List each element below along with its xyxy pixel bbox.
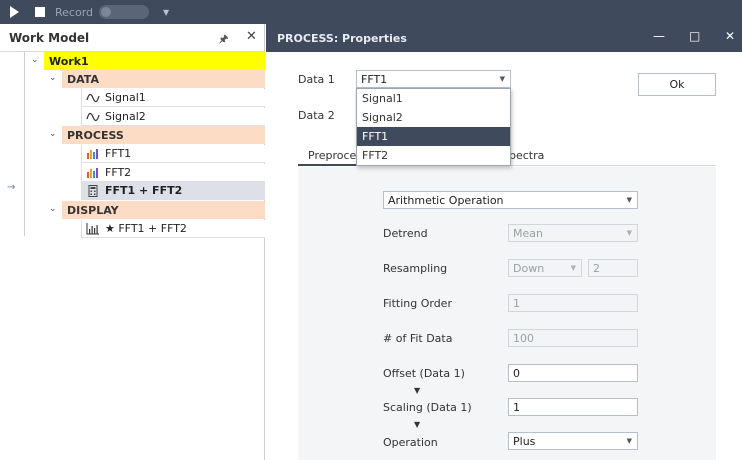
operation-value: Plus (513, 434, 536, 448)
data1-select-value: FFT1 (361, 72, 388, 86)
scaling-value: 1 (513, 400, 520, 414)
tree-item-signal2[interactable]: Signal2 (81, 108, 265, 126)
bar-chart-icon (87, 167, 98, 178)
tree-item-label: ★ FFT1 + FFT2 (105, 222, 187, 235)
tree-item-label: FFT2 (105, 166, 132, 179)
fit-data-input[interactable]: 100 (508, 329, 638, 347)
tree-root-work1[interactable]: Work1 (44, 52, 265, 70)
tree-item-label: Signal1 (105, 91, 146, 104)
work-model-title: Work Model (9, 30, 90, 45)
chevron-down-icon[interactable]: ▼ (163, 8, 169, 17)
dropdown-option-signal2[interactable]: Signal2 (357, 108, 510, 127)
dropdown-option-fft1[interactable]: FFT1 (357, 127, 510, 146)
operation-type-select[interactable]: Arithmetic Operation ▼ (383, 191, 638, 209)
tree-item-fft1-plus-fft2[interactable]: FFT1 + FFT2 (81, 182, 265, 200)
tree-category-data[interactable]: DATA (62, 70, 265, 88)
flow-arrow-icon: ▼ (414, 420, 421, 429)
flow-arrow-icon: ▼ (414, 386, 421, 395)
detrend-label: Detrend (383, 227, 428, 240)
chevron-down-icon: ▼ (499, 75, 505, 83)
detrend-select[interactable]: Mean ▼ (508, 224, 638, 242)
bar-plot-icon (86, 222, 99, 234)
tree-item-display-fft1-plus-fft2[interactable]: ★ FFT1 + FFT2 (81, 220, 265, 238)
chevron-down-icon[interactable]: ⌄ (49, 129, 57, 139)
tree-category-label: PROCESS (67, 128, 124, 142)
tree-item-fft2[interactable]: FFT2 (81, 164, 265, 182)
fit-data-value: 100 (513, 331, 534, 345)
preprocess-content (298, 167, 716, 460)
properties-header: PROCESS: Properties (266, 24, 742, 52)
tree-item-label: FFT1 (105, 147, 132, 160)
chevron-down-icon: ▼ (570, 264, 576, 272)
record-toggle[interactable] (99, 5, 150, 19)
tab-preprocess[interactable]: Preproces (308, 149, 362, 162)
resampling-label: Resampling (383, 262, 448, 275)
tree-root-label: Work1 (49, 54, 89, 68)
operation-label: Operation (383, 436, 438, 449)
resampling-mode-value: Down (513, 261, 545, 275)
tree-category-label: DATA (67, 72, 99, 86)
data1-label: Data 1 (298, 73, 335, 86)
close-icon[interactable]: ✕ (246, 29, 257, 44)
chevron-down-icon[interactable]: ⌄ (49, 204, 57, 214)
close-icon[interactable]: ✕ (725, 29, 735, 43)
offset-input[interactable]: 0 (508, 364, 638, 382)
tree-item-fft1[interactable]: FFT1 (81, 145, 265, 163)
scaling-input[interactable]: 1 (508, 398, 638, 416)
fitting-order-value: 1 (513, 296, 520, 310)
tree-item-label: FFT1 + FFT2 (105, 184, 183, 197)
calculator-icon (88, 184, 98, 197)
dropdown-option-fft2[interactable]: FFT2 (357, 146, 510, 165)
properties-title: PROCESS: Properties (277, 31, 407, 45)
tree-item-label: Signal2 (105, 110, 146, 123)
detrend-value: Mean (513, 226, 543, 240)
data1-dropdown-list: Signal1 Signal2 FFT1 FFT2 (356, 88, 511, 166)
maximize-icon[interactable]: □ (689, 29, 700, 43)
offset-value: 0 (513, 366, 520, 380)
record-toggle-knob (101, 7, 112, 17)
resampling-factor-input[interactable]: 2 (588, 259, 638, 277)
top-toolbar: Record ▼ (0, 0, 742, 24)
tree-item-signal1[interactable]: Signal1 (81, 89, 265, 107)
data1-select[interactable]: FFT1 ▼ (356, 70, 511, 88)
fitting-order-label: Fitting Order (383, 297, 452, 310)
resampling-mode-select[interactable]: Down ▼ (508, 259, 582, 277)
minimize-icon[interactable]: — (653, 29, 665, 43)
tree-category-process[interactable]: PROCESS (62, 126, 265, 144)
ok-button[interactable]: Ok (638, 73, 716, 96)
chevron-down-icon[interactable]: ⌄ (49, 73, 57, 83)
offset-label: Offset (Data 1) (383, 367, 465, 380)
fit-data-label: # of Fit Data (383, 332, 453, 345)
work-model-panel: Work Model 🖈 ✕ ⌄ Work1 ⌄ DATA Signal1 Si… (0, 24, 265, 460)
tree-guide-line (24, 52, 25, 236)
chevron-down-icon: ▼ (626, 437, 632, 445)
signal-wave-icon (86, 93, 100, 102)
ok-button-label: Ok (669, 78, 685, 91)
chevron-down-icon[interactable]: ⌄ (31, 55, 39, 65)
pin-icon[interactable]: 🖈 (219, 32, 228, 49)
arrow-right-icon: → (7, 182, 16, 193)
tree-category-display[interactable]: DISPLAY (62, 201, 265, 219)
resampling-factor-value: 2 (593, 261, 600, 275)
record-label: Record (55, 5, 94, 19)
tab-active-indicator (298, 164, 358, 166)
play-icon[interactable] (10, 6, 19, 18)
dropdown-option-signal1[interactable]: Signal1 (357, 89, 510, 108)
chevron-down-icon: ▼ (626, 229, 632, 237)
stop-icon[interactable] (35, 7, 45, 17)
chevron-down-icon: ▼ (626, 196, 632, 204)
operation-select[interactable]: Plus ▼ (508, 432, 638, 450)
operation-type-value: Arithmetic Operation (388, 193, 504, 207)
tree-category-label: DISPLAY (67, 203, 119, 217)
bar-chart-icon (87, 148, 98, 159)
signal-wave-icon (86, 112, 100, 121)
scaling-label: Scaling (Data 1) (383, 401, 472, 414)
fitting-order-input[interactable]: 1 (508, 294, 638, 312)
data2-label: Data 2 (298, 109, 335, 122)
work-model-header: Work Model 🖈 ✕ (0, 24, 264, 52)
tab-spectra[interactable]: pectra (509, 149, 544, 162)
